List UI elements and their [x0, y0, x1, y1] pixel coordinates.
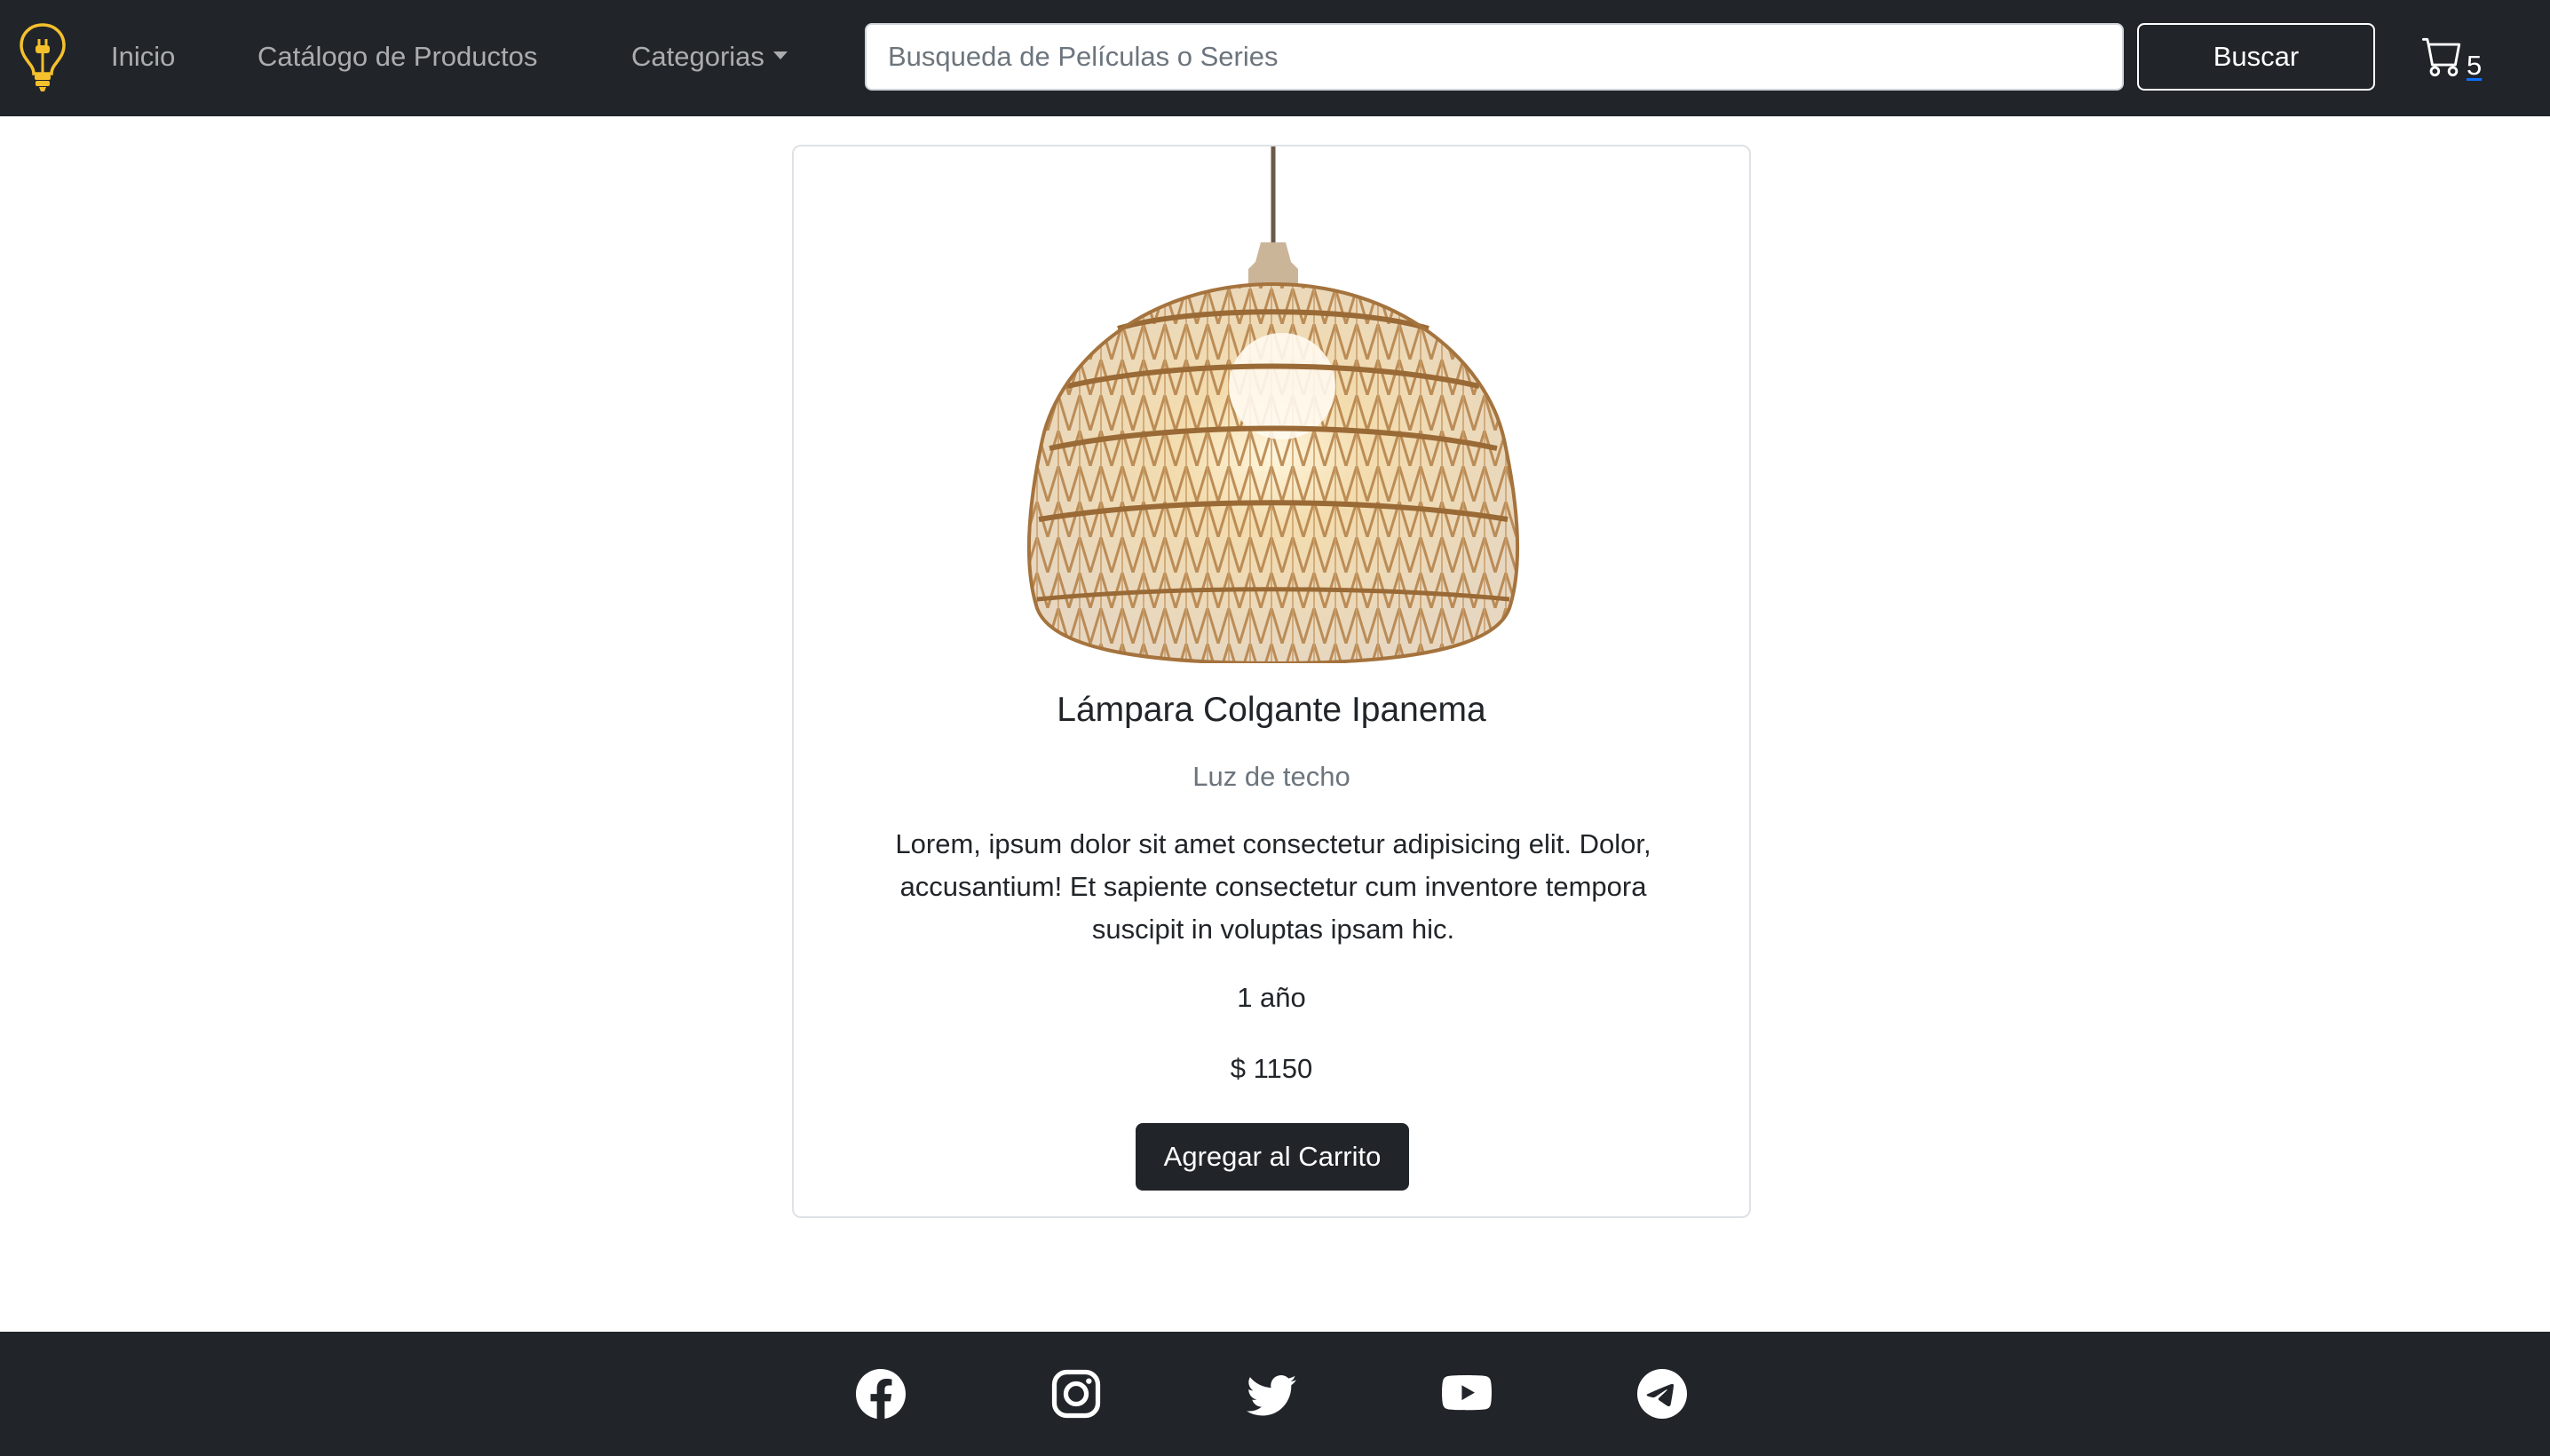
youtube-icon: [1442, 1374, 1492, 1411]
cart-icon: [2422, 37, 2461, 76]
facebook-icon: [855, 1368, 906, 1420]
add-to-cart-button[interactable]: Agregar al Carrito: [1136, 1123, 1409, 1191]
instagram-link[interactable]: [1051, 1369, 1101, 1419]
search-input[interactable]: [865, 23, 2124, 91]
product-card: Lámpara Colgante Ipanema Luz de techo Lo…: [792, 145, 1751, 1218]
cart-link[interactable]: 5: [2422, 36, 2493, 85]
chevron-down-icon: [772, 51, 788, 60]
cart-count-badge: 5: [2467, 50, 2483, 81]
search-button[interactable]: Buscar: [2137, 23, 2375, 91]
nav-link-inicio[interactable]: Inicio: [111, 37, 175, 76]
telegram-icon: [1637, 1369, 1687, 1419]
instagram-icon: [1051, 1369, 1101, 1419]
lightbulb-plug-icon: [20, 23, 66, 91]
youtube-link[interactable]: [1442, 1369, 1492, 1419]
twitter-icon: [1247, 1374, 1296, 1416]
nav-dropdown-categorias[interactable]: Categorias: [631, 37, 788, 76]
twitter-link[interactable]: [1247, 1369, 1296, 1419]
product-subtitle: Luz de techo: [1192, 761, 1350, 792]
product-title: Lámpara Colgante Ipanema: [1057, 691, 1486, 729]
navbar: Inicio Catálogo de Productos Categorias …: [0, 0, 2550, 116]
product-price: $ 1150: [1230, 1053, 1313, 1084]
product-description: Lorem, ipsum dolor sit amet consectetur …: [895, 828, 1651, 945]
footer: [0, 1332, 2550, 1456]
page: Inicio Catálogo de Productos Categorias …: [0, 0, 2550, 1456]
product-image-rattan-pendant-lamp: [1026, 146, 1520, 663]
facebook-link[interactable]: [855, 1368, 906, 1420]
product-duration: 1 año: [1237, 982, 1306, 1013]
brand-logo-link[interactable]: [16, 21, 69, 92]
telegram-link[interactable]: [1637, 1369, 1687, 1419]
nav-link-catalogo[interactable]: Catálogo de Productos: [257, 37, 537, 76]
categorias-label: Categorias: [631, 41, 764, 72]
